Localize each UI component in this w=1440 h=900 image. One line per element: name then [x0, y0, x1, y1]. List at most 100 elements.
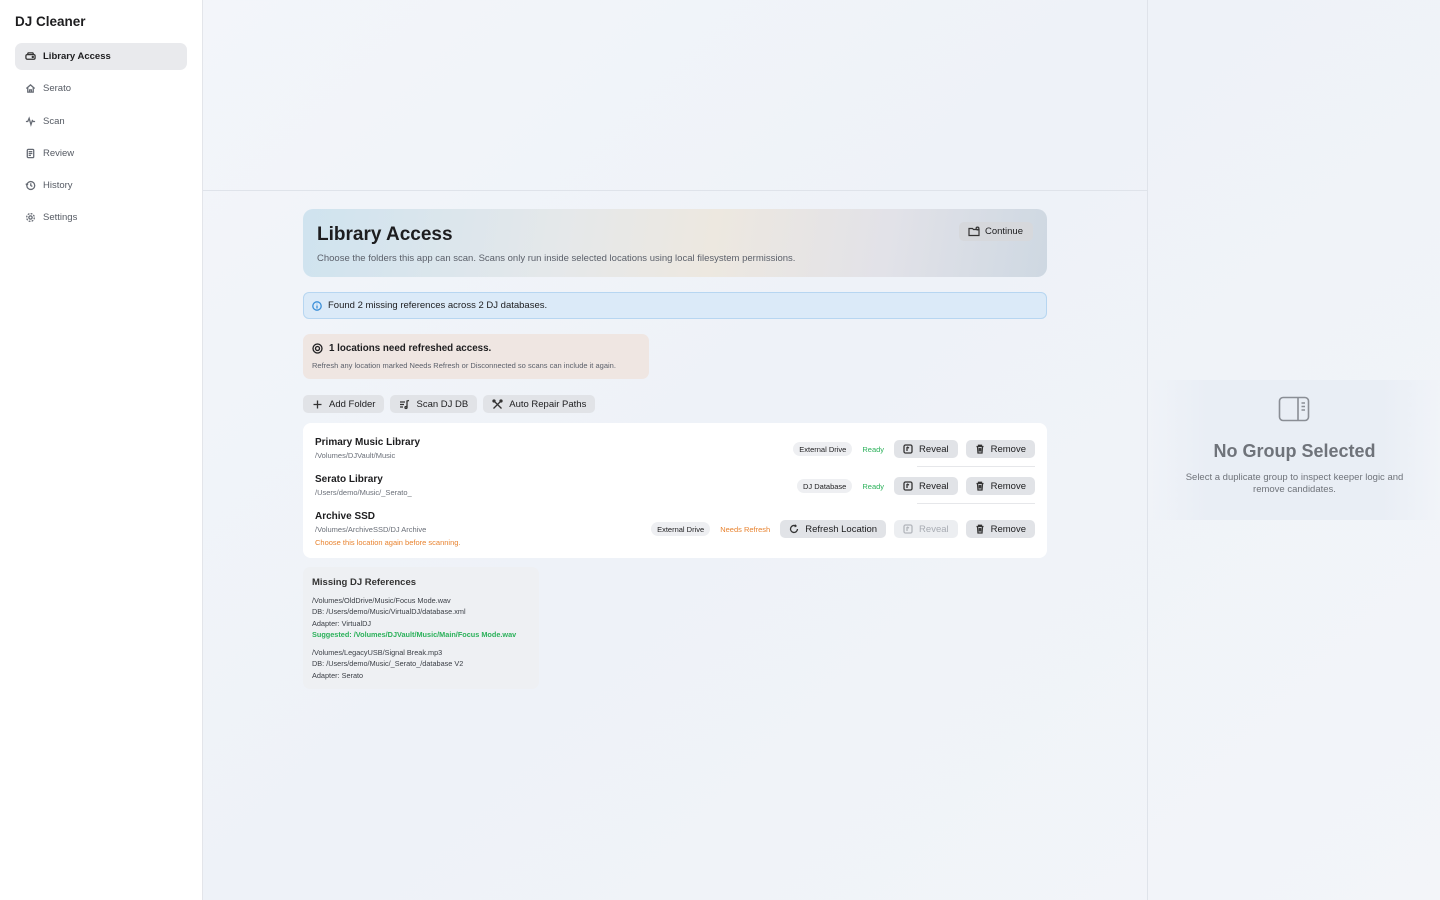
sidebar-nav: Library Access Serato Scan Review Histor… [15, 43, 187, 237]
missing-adapter: Adapter: VirtualDJ [312, 618, 372, 628]
reveal-button[interactable]: Reveal [894, 520, 958, 538]
trash-icon [976, 524, 984, 534]
sidebar-item-label: Settings [43, 212, 78, 224]
missing-references-panel: Missing DJ References /Volumes/OldDrive/… [303, 567, 539, 689]
house-icon [24, 83, 36, 95]
sidebar-item-label: Scan [43, 115, 65, 127]
reveal-label: Reveal [919, 443, 949, 455]
info-banner: Found 2 missing references across 2 DJ d… [303, 292, 1047, 319]
row-divider [917, 503, 1035, 504]
folder-badge-icon [968, 226, 980, 237]
refresh-alert-icon [312, 343, 323, 354]
page-subtitle: Choose the folders this app can scan. Sc… [317, 253, 796, 264]
info-icon [312, 300, 322, 311]
refresh-location-label: Refresh Location [805, 523, 878, 535]
reveal-label: Reveal [919, 523, 949, 535]
location-controls: External Drive Needs Refresh Refresh Loc… [651, 520, 1035, 538]
sidebar-item-serato[interactable]: Serato [15, 75, 187, 102]
refresh-icon [790, 524, 799, 534]
sidebar-right-icon [1278, 396, 1310, 422]
location-type-badge: External Drive [651, 522, 711, 536]
plus-icon [313, 400, 322, 408]
sidebar-item-history[interactable]: History [15, 172, 187, 199]
sidebar-item-library-access[interactable]: Library Access [15, 43, 187, 70]
reveal-label: Reveal [919, 480, 949, 492]
toolbar-area [203, 0, 1147, 191]
sidebar-item-label: Review [43, 147, 75, 159]
sidebar-item-settings[interactable]: Settings [15, 204, 187, 231]
empty-state-title: No Group Selected [1213, 441, 1376, 461]
missing-file-path: /Volumes/OldDrive/Music/Focus Mode.wav [312, 596, 451, 605]
remove-button[interactable]: Remove [965, 520, 1035, 538]
reveal-button[interactable]: Reveal [894, 477, 958, 495]
clock-icon [24, 180, 36, 192]
reveal-icon [903, 444, 913, 454]
reveal-icon [903, 524, 913, 534]
location-type-badge: External Drive [793, 442, 853, 456]
missing-reference-item: /Volumes/LegacyUSB/Signal Break.mp3 DB: … [312, 647, 463, 681]
status-badge: Ready [862, 481, 885, 491]
trash-icon [976, 444, 984, 454]
wrench-screwdriver-icon [492, 398, 503, 409]
empty-state: No Group Selected Select a duplicate gro… [1148, 380, 1440, 520]
page-title: Library Access [317, 224, 453, 245]
trash-icon [976, 481, 984, 491]
location-row: Primary Music Library /Volumes/DJVault/M… [315, 437, 1035, 460]
main-content: Library Access Choose the folders this a… [203, 0, 1147, 900]
reveal-icon [903, 481, 913, 491]
auto-repair-paths-button[interactable]: Auto Repair Paths [483, 395, 596, 413]
action-bar: Add Folder Scan DJ DB Auto Repair Paths [303, 395, 596, 413]
waveform-icon [24, 115, 36, 127]
empty-state-subtitle: Select a duplicate group to inspect keep… [1185, 472, 1404, 495]
remove-button[interactable]: Remove [965, 477, 1035, 495]
reveal-button[interactable]: Reveal [894, 440, 958, 458]
music-list-icon [400, 399, 410, 409]
warning-title-text: 1 locations need refreshed access. [329, 343, 492, 354]
auto-repair-label: Auto Repair Paths [509, 398, 587, 410]
scan-dj-db-label: Scan DJ DB [416, 398, 469, 410]
warning-subtitle: Refresh any location marked Needs Refres… [312, 361, 616, 370]
missing-reference-item: /Volumes/OldDrive/Music/Focus Mode.wav D… [312, 595, 516, 640]
sidebar-item-label: Serato [43, 83, 71, 95]
suggested-path: Suggested: /Volumes/DJVault/Music/Main/F… [312, 629, 517, 639]
continue-button[interactable]: Continue [958, 222, 1033, 241]
missing-adapter: Adapter: Serato [312, 670, 364, 680]
sidebar: DJ Cleaner Library Access Serato Scan Re… [0, 0, 203, 900]
sidebar-item-label: History [43, 180, 73, 192]
warning-box: 1 locations need refreshed access. Refre… [303, 334, 649, 379]
status-badge: Needs Refresh [720, 524, 771, 534]
sidebar-item-review[interactable]: Review [15, 140, 187, 167]
app-title: DJ Cleaner [15, 14, 86, 29]
info-banner-text: Found 2 missing references across 2 DJ d… [328, 300, 548, 311]
remove-label: Remove [990, 480, 1026, 492]
remove-label: Remove [990, 443, 1026, 455]
missing-file-path: /Volumes/LegacyUSB/Signal Break.mp3 [312, 648, 443, 657]
row-divider [917, 466, 1035, 467]
sidebar-item-label: Library Access [43, 51, 111, 62]
add-folder-button[interactable]: Add Folder [303, 395, 385, 413]
status-badge: Ready [862, 444, 885, 454]
warning-title: 1 locations need refreshed access. [312, 343, 491, 354]
missing-db-path: DB: /Users/demo/Music/VirtualDJ/database… [312, 607, 466, 617]
refresh-location-button[interactable]: Refresh Location [780, 520, 887, 538]
remove-label: Remove [990, 523, 1026, 535]
missing-references-title: Missing DJ References [312, 577, 417, 588]
document-icon [24, 147, 36, 159]
inspector-panel: No Group Selected Select a duplicate gro… [1147, 0, 1440, 900]
continue-label: Continue [984, 226, 1023, 237]
location-controls: DJ Database Ready Reveal Remove [797, 477, 1035, 495]
remove-button[interactable]: Remove [965, 440, 1035, 458]
location-type-badge: DJ Database [797, 479, 853, 493]
drive-icon [24, 51, 36, 63]
page-header: Library Access Choose the folders this a… [303, 209, 1047, 277]
location-warning: Choose this location again before scanni… [315, 538, 461, 547]
location-row: Archive SSD /Volumes/ArchiveSSD/DJ Archi… [315, 511, 1035, 547]
locations-list: Primary Music Library /Volumes/DJVault/M… [303, 423, 1047, 558]
location-row: Serato Library /Users/demo/Music/_Serato… [315, 474, 1035, 497]
gear-icon [24, 212, 36, 224]
add-folder-label: Add Folder [329, 398, 376, 410]
scan-dj-db-button[interactable]: Scan DJ DB [390, 395, 478, 413]
location-controls: External Drive Ready Reveal Remove [793, 440, 1035, 458]
sidebar-item-scan[interactable]: Scan [15, 108, 187, 135]
missing-db-path: DB: /Users/demo/Music/_Serato_/database … [312, 659, 464, 669]
